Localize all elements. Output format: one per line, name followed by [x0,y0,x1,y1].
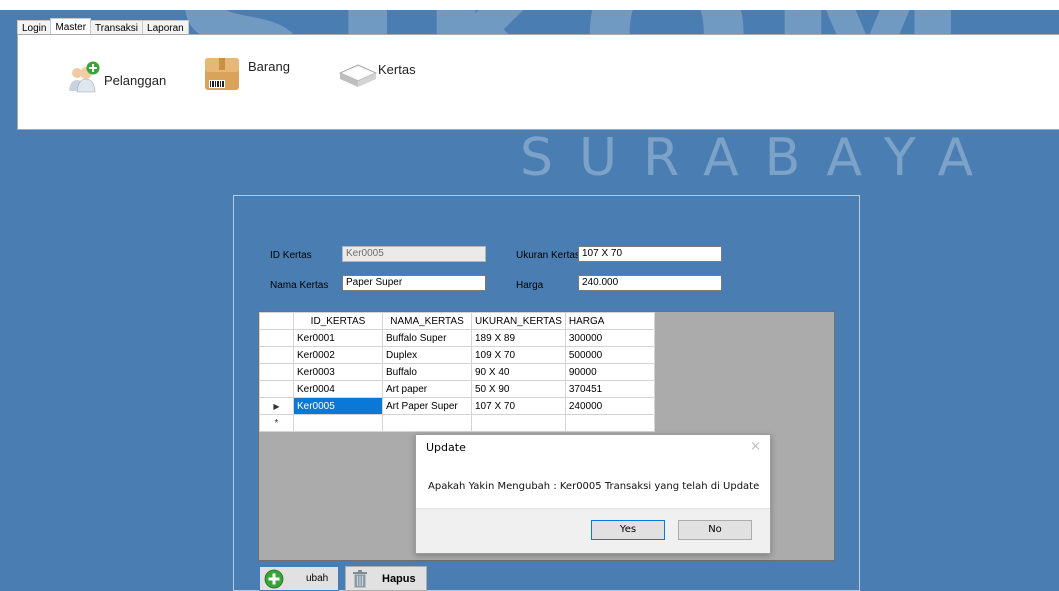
cell-nama[interactable]: Buffalo [382,363,472,381]
cell-harga[interactable]: 300000 [564,329,655,347]
cell-harga[interactable]: 240000 [564,397,655,415]
paper-stack-icon [339,64,377,87]
table-row[interactable]: Ker0003 Buffalo 90 X 40 90000 [259,363,655,381]
hapus-label: Hapus [382,572,416,585]
cell-nama[interactable]: Art Paper Super [382,397,472,415]
ribbon-barang-button[interactable]: Barang [204,55,290,91]
tab-laporan[interactable]: Laporan [142,20,189,35]
id-kertas-field[interactable]: Ker0005 [342,246,486,262]
row-header[interactable] [259,329,294,347]
cell-ukuran[interactable]: 107 X 70 [471,397,566,415]
cell-id-selected[interactable]: Ker0005 [293,397,383,415]
ribbon-kertas-label: Kertas [378,61,416,77]
nama-kertas-field[interactable]: Paper Super [342,275,486,291]
cell-new[interactable] [293,414,383,432]
harga-label: Harga [516,280,544,291]
add-user-icon [69,61,100,93]
cell-ukuran[interactable]: 109 X 70 [471,346,566,364]
id-kertas-label: ID Kertas [270,250,312,261]
tab-transaksi[interactable]: Transaksi [90,20,144,35]
cell-nama[interactable]: Art paper [382,380,472,398]
grid-header-row: ID_KERTAS NAMA_KERTAS UKURAN_KERTAS HARG… [259,312,655,330]
tab-master[interactable]: Master [50,18,92,35]
ukuran-kertas-label: Ukuran Kertas [516,250,580,261]
ubah-label: ubah [306,573,329,584]
watermark-surabaya: SURABAYA [520,128,1000,188]
row-header-corner [259,312,294,330]
cell-id[interactable]: Ker0001 [293,329,383,347]
cell-nama[interactable]: Buffalo Super [382,329,472,347]
table-row-selected[interactable]: ▶ Ker0005 Art Paper Super 107 X 70 24000… [259,397,655,415]
column-header-harga[interactable]: HARGA [564,312,655,330]
cell-nama[interactable]: Duplex [382,346,472,364]
master-ribbon: Pelanggan Barang Kertas [17,34,1059,130]
cell-id[interactable]: Ker0003 [293,363,383,381]
cell-new[interactable] [471,414,566,432]
menu-tabs: Login Master Transaksi Laporan [17,18,189,35]
column-header-id[interactable]: ID_KERTAS [293,312,383,330]
no-button[interactable]: No [678,520,752,540]
cell-id[interactable]: Ker0002 [293,346,383,364]
trash-icon [353,569,367,587]
new-row-marker[interactable]: * [259,414,294,432]
new-row[interactable]: * [259,414,655,432]
tab-login[interactable]: Login [17,20,52,35]
add-circle-icon [264,569,284,588]
box-barcode-icon [205,58,239,90]
cell-ukuran[interactable]: 50 X 90 [471,380,566,398]
cell-new[interactable] [382,414,472,432]
cell-ukuran[interactable]: 189 X 89 [471,329,566,347]
cell-harga[interactable]: 370451 [564,380,655,398]
hapus-button[interactable]: Hapus [345,566,427,591]
dialog-title: Update [426,441,466,454]
row-header[interactable] [259,380,294,398]
row-header[interactable] [259,346,294,364]
row-header[interactable] [259,363,294,381]
cell-id[interactable]: Ker0004 [293,380,383,398]
cell-new[interactable] [564,414,655,432]
ribbon-pelanggan-button[interactable]: Pelanggan [68,61,166,93]
nama-kertas-label: Nama Kertas [270,280,329,291]
update-dialog: Update × Apakah Yakin Mengubah : Ker0005… [415,434,771,554]
top-strip [0,0,1059,10]
dialog-message: Apakah Yakin Mengubah : Ker0005 Transaks… [428,481,760,492]
column-header-nama[interactable]: NAMA_KERTAS [382,312,472,330]
table-row[interactable]: Ker0001 Buffalo Super 189 X 89 300000 [259,329,655,347]
close-icon[interactable]: × [750,439,761,454]
table-row[interactable]: Ker0002 Duplex 109 X 70 500000 [259,346,655,364]
dialog-footer: Yes No [416,508,770,553]
yes-button[interactable]: Yes [591,520,665,540]
ukuran-kertas-field[interactable]: 107 X 70 [578,246,722,262]
harga-field[interactable]: 240.000 [578,275,722,291]
cell-ukuran[interactable]: 90 X 40 [471,363,566,381]
column-header-ukuran[interactable]: UKURAN_KERTAS [471,312,566,330]
ubah-button[interactable]: ubah [259,566,339,591]
current-row-marker[interactable]: ▶ [259,397,294,415]
ribbon-kertas-button[interactable]: Kertas [338,59,416,89]
table-row[interactable]: Ker0004 Art paper 50 X 90 370451 [259,380,655,398]
cell-harga[interactable]: 500000 [564,346,655,364]
cell-harga[interactable]: 90000 [564,363,655,381]
ribbon-pelanggan-label: Pelanggan [104,72,167,88]
ribbon-barang-label: Barang [248,58,290,74]
